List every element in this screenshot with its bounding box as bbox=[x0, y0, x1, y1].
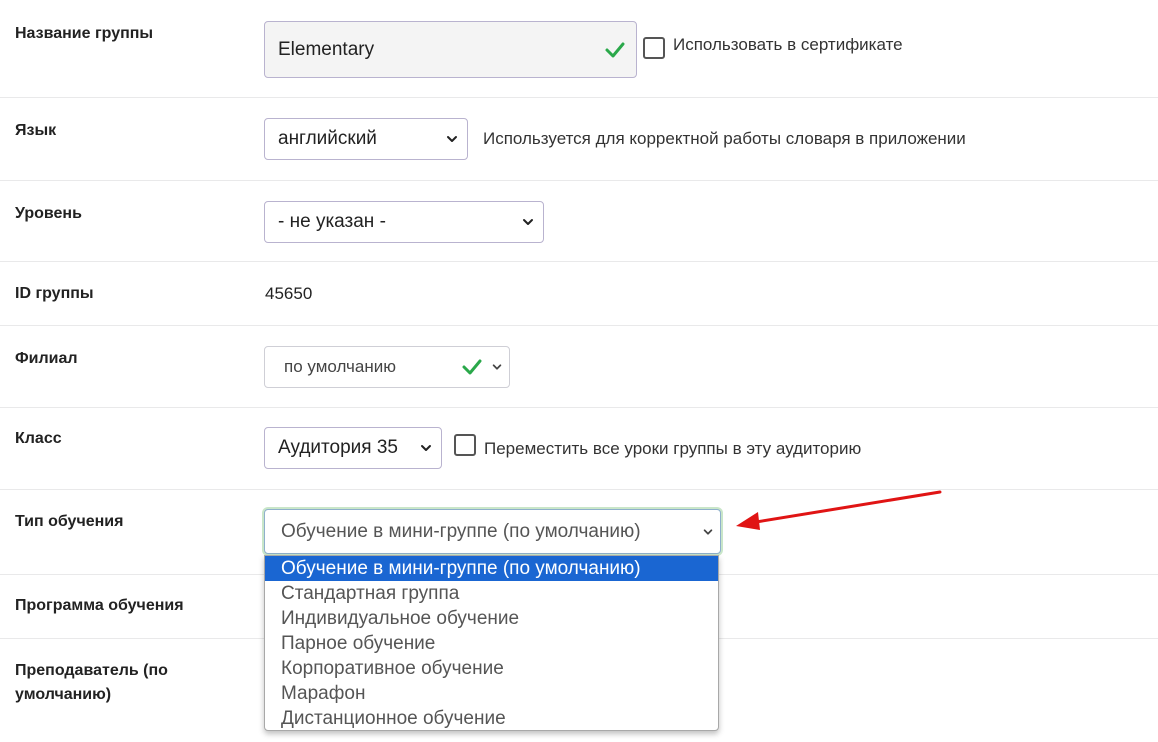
dropdown-option[interactable]: Индивидуальное обучение bbox=[265, 606, 718, 631]
row-group-id: ID группы 45650 bbox=[0, 262, 1158, 326]
dropdown-option[interactable]: Корпоративное обучение bbox=[265, 656, 718, 681]
group-id-label: ID группы bbox=[15, 285, 94, 302]
dropdown-option[interactable]: Марафон bbox=[265, 681, 718, 706]
language-hint: Используется для корректной работы слова… bbox=[483, 129, 966, 148]
chevron-down-icon bbox=[492, 364, 502, 370]
red-arrow-icon bbox=[736, 490, 942, 530]
chevron-down-icon bbox=[421, 445, 431, 451]
language-select[interactable]: английский bbox=[264, 118, 468, 160]
row-branch: Филиал по умолчанию bbox=[0, 326, 1158, 408]
training-type-selected-value: Обучение в мини-группе (по умолчанию) bbox=[281, 520, 641, 542]
branch-selected-value: по умолчанию bbox=[284, 357, 396, 376]
level-select[interactable]: - не указан - bbox=[264, 201, 544, 243]
row-classroom: Класс Аудитория 35 Переместить все уроки… bbox=[0, 408, 1158, 490]
classroom-label: Класс bbox=[15, 430, 62, 447]
chevron-down-icon bbox=[447, 136, 457, 142]
level-label: Уровень bbox=[15, 205, 82, 222]
row-group-name: Название группы Elementary Использовать … bbox=[0, 0, 1158, 98]
group-name-value: Elementary bbox=[278, 38, 375, 60]
classroom-selected-value: Аудитория 35 bbox=[278, 437, 398, 458]
branch-select[interactable]: по умолчанию bbox=[264, 346, 510, 388]
row-language: Язык английский Используется для коррект… bbox=[0, 98, 1158, 181]
training-type-label: Тип обучения bbox=[15, 513, 124, 530]
certificate-checkbox[interactable] bbox=[643, 37, 665, 59]
training-type-dropdown[interactable]: Обучение в мини-группе (по умолчанию) Ст… bbox=[264, 555, 719, 731]
check-icon bbox=[605, 42, 625, 57]
dropdown-option[interactable]: Дистанционное обучение bbox=[265, 706, 718, 730]
chevron-down-icon bbox=[703, 528, 713, 535]
chevron-down-icon bbox=[523, 219, 533, 225]
program-label: Программа обучения bbox=[15, 597, 184, 614]
certificate-checkbox-label: Использовать в сертификате bbox=[673, 35, 903, 54]
group-name-label: Название группы bbox=[15, 25, 154, 42]
group-id-value: 45650 bbox=[265, 284, 313, 303]
branch-label: Филиал bbox=[15, 350, 78, 367]
group-name-input[interactable]: Elementary bbox=[264, 21, 637, 78]
classroom-select[interactable]: Аудитория 35 bbox=[264, 427, 442, 469]
dropdown-option[interactable]: Парное обучение bbox=[265, 631, 718, 656]
row-level: Уровень - не указан - bbox=[0, 181, 1158, 262]
training-type-select[interactable]: Обучение в мини-группе (по умолчанию) bbox=[264, 509, 721, 554]
move-lessons-label: Переместить все уроки группы в эту аудит… bbox=[484, 439, 862, 458]
dropdown-option[interactable]: Стандартная группа bbox=[265, 581, 718, 606]
move-lessons-checkbox[interactable] bbox=[454, 434, 476, 456]
language-label: Язык bbox=[15, 122, 57, 139]
language-selected-value: английский bbox=[278, 128, 377, 149]
check-icon bbox=[462, 359, 482, 375]
level-selected-value: - не указан - bbox=[278, 211, 386, 232]
teacher-label: Преподаватель (по умолчанию) bbox=[15, 662, 168, 703]
dropdown-option[interactable]: Обучение в мини-группе (по умолчанию) bbox=[265, 556, 718, 581]
